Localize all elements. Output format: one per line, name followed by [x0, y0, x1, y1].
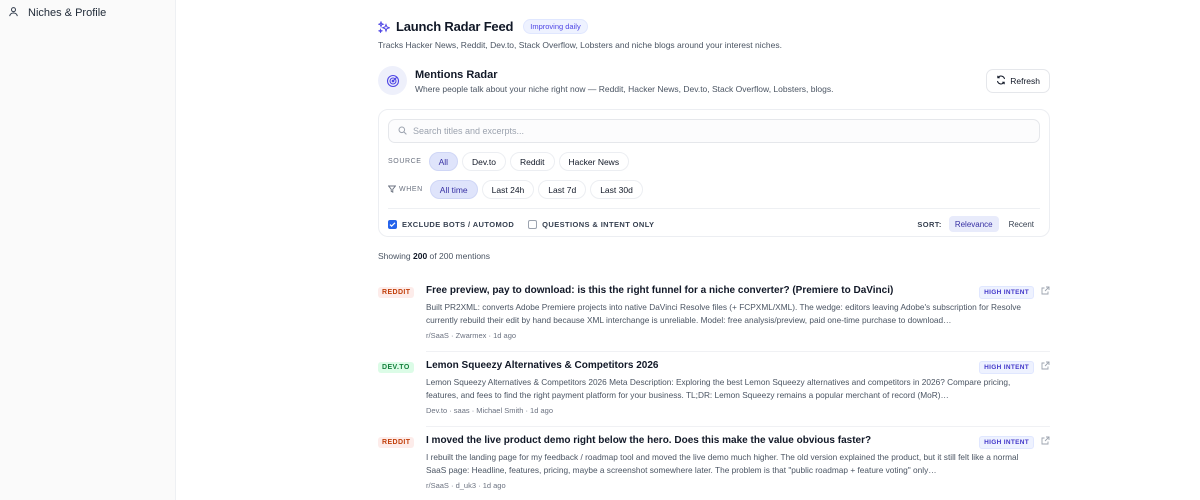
sidebar-item-niches-profile[interactable]: Niches & Profile: [8, 6, 106, 20]
mention-meta: r/SaaS · d_uk3 · 1d ago: [426, 481, 506, 490]
source-label: SOURCE: [388, 158, 422, 165]
search-icon: [398, 126, 407, 137]
external-link-icon[interactable]: [1041, 361, 1050, 370]
sidebar-item-label: Niches & Profile: [28, 7, 107, 19]
page-subtitle: Tracks Hacker News, Reddit, Dev.to, Stac…: [378, 40, 782, 50]
mention-item[interactable]: REDDIT I moved the live product demo rig…: [378, 435, 1050, 495]
radar-subtitle: Where people talk about your niche right…: [415, 84, 834, 94]
showing-total: of 200 mentions: [429, 251, 491, 261]
improving-badge: Improving daily: [523, 19, 588, 34]
mention-item[interactable]: REDDIT Free preview, pay to download: is…: [378, 285, 1050, 345]
source-filter-row: SOURCE All Dev.to Reddit Hacker News: [388, 152, 630, 171]
shown-count: 200: [412, 251, 428, 261]
when-chip-last-30d[interactable]: Last 30d: [590, 180, 643, 199]
results-count: Showing 200 of 200 mentions: [378, 251, 490, 261]
intent-badge: HIGH INTENT: [979, 286, 1034, 299]
refresh-label: Refresh: [1010, 76, 1040, 86]
when-label: WHEN: [399, 186, 423, 193]
mention-item[interactable]: DEV.TO Lemon Squeezy Alternatives & Comp…: [378, 360, 1050, 420]
divider: [426, 426, 1050, 427]
sort-label: SORT:: [917, 219, 942, 229]
page-title: Launch Radar Feed: [396, 19, 514, 34]
sort-group: SORT: Relevance Recent: [917, 216, 1040, 232]
divider: [426, 351, 1050, 352]
divider: [388, 208, 1040, 209]
when-chip-last-7d[interactable]: Last 7d: [538, 180, 587, 199]
source-badge: REDDIT: [378, 437, 415, 448]
when-chip-all-time[interactable]: All time: [429, 180, 478, 199]
sort-relevance-button[interactable]: Relevance: [948, 216, 999, 232]
feed-header: Launch Radar Feed Improving daily: [378, 19, 588, 34]
when-filter-row: WHEN All time Last 24h Last 7d Last 30d: [387, 180, 643, 199]
questions-intent-label: QUESTIONS & INTENT ONLY: [542, 219, 655, 229]
source-chip-hacker-news[interactable]: Hacker News: [558, 152, 630, 171]
mention-title[interactable]: I moved the live product demo right belo…: [426, 435, 871, 446]
refresh-button[interactable]: Refresh: [986, 69, 1050, 93]
exclude-bots-option[interactable]: EXCLUDE BOTS / AUTOMOD: [388, 219, 515, 229]
radar-title: Mentions Radar: [415, 69, 498, 81]
mention-meta: r/SaaS · Zwarmex · 1d ago: [426, 331, 517, 340]
source-chip-all[interactable]: All: [428, 152, 459, 171]
questions-intent-option[interactable]: QUESTIONS & INTENT ONLY: [528, 219, 655, 229]
external-link-icon[interactable]: [1041, 286, 1050, 295]
showing-prefix: Showing: [378, 251, 411, 261]
mention-title[interactable]: Free preview, pay to download: is this t…: [426, 285, 893, 296]
mention-meta: Dev.to · saas · Michael Smith · 1d ago: [426, 406, 553, 415]
source-chip-devto[interactable]: Dev.to: [462, 152, 506, 171]
mention-excerpt: Lemon Squeezy Alternatives & Competitors…: [426, 377, 1011, 400]
filter-icon: [387, 185, 397, 195]
user-icon: [8, 6, 19, 20]
filter-panel: SOURCE All Dev.to Reddit Hacker News WHE…: [378, 109, 1050, 237]
exclude-bots-label: EXCLUDE BOTS / AUTOMOD: [402, 219, 515, 229]
external-link-icon[interactable]: [1041, 436, 1050, 445]
sidebar: Niches & Profile: [0, 0, 176, 500]
exclude-bots-checkbox[interactable]: [388, 219, 397, 229]
search-box[interactable]: [388, 119, 1040, 143]
when-chip-last-24h[interactable]: Last 24h: [481, 180, 535, 199]
intent-badge: HIGH INTENT: [979, 361, 1034, 374]
options-row: EXCLUDE BOTS / AUTOMOD QUESTIONS & INTEN…: [388, 216, 1040, 232]
mention-title[interactable]: Lemon Squeezy Alternatives & Competitors…: [426, 360, 658, 371]
source-badge: REDDIT: [378, 287, 415, 298]
mention-excerpt: Built PR2XML: converts Adobe Premiere pr…: [426, 302, 1022, 325]
mention-excerpt: I rebuilt the landing page for my feedba…: [426, 452, 1019, 475]
sort-recent-button[interactable]: Recent: [1003, 216, 1040, 232]
search-input[interactable]: [413, 126, 1013, 136]
when-label-group: WHEN: [387, 185, 423, 195]
sparkle-icon: [378, 20, 390, 33]
radar-icon: [378, 66, 407, 95]
source-badge: DEV.TO: [378, 362, 414, 373]
refresh-icon: [996, 75, 1006, 87]
intent-badge: HIGH INTENT: [979, 436, 1034, 449]
source-chip-reddit[interactable]: Reddit: [509, 152, 555, 171]
questions-intent-checkbox[interactable]: [528, 219, 538, 229]
